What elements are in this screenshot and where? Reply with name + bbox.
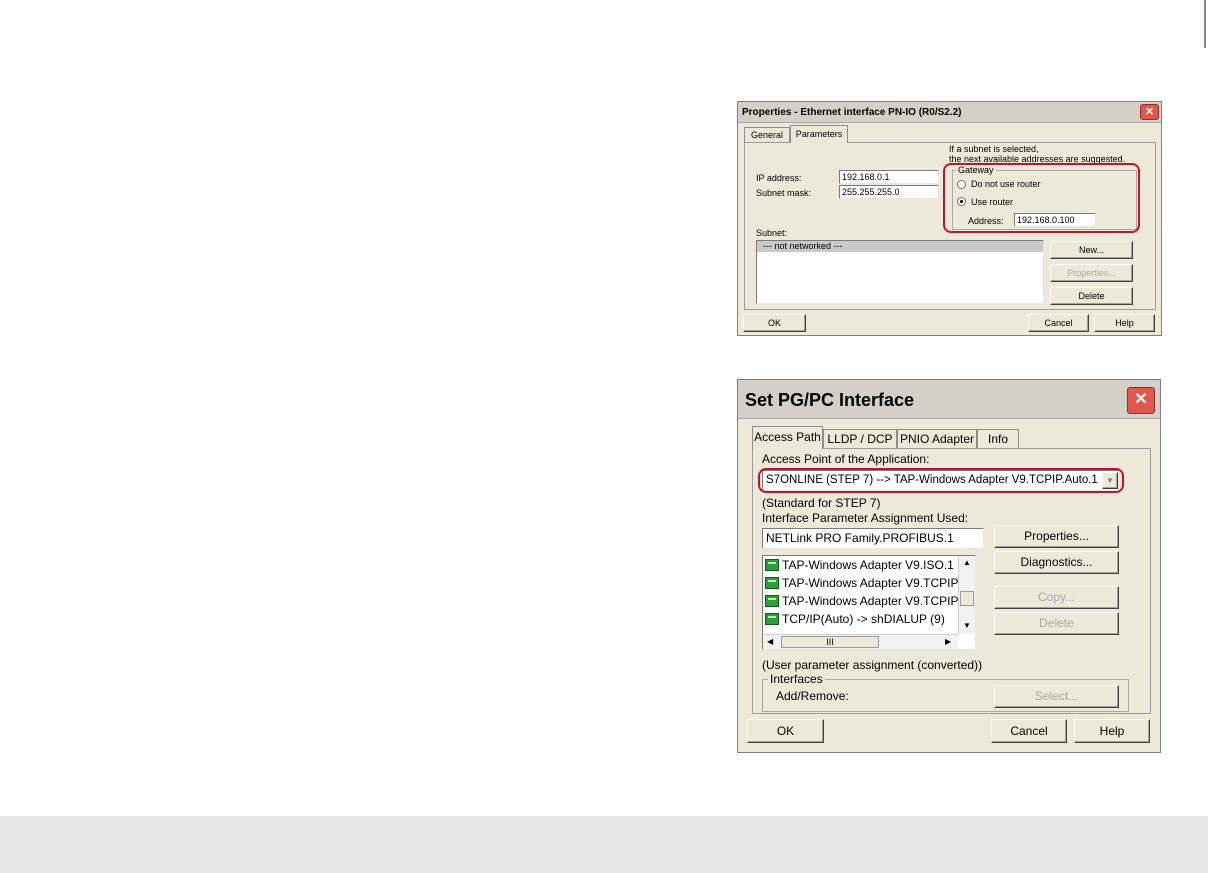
dialog-title: Set PG/PC Interface bbox=[745, 390, 915, 410]
tab-pnio-adapter-label: PNIO Adapter bbox=[899, 432, 975, 446]
ok-button[interactable]: OK bbox=[747, 719, 824, 743]
param-assignment-field[interactable]: NETLink PRO Family.PROFIBUS.1 bbox=[762, 528, 984, 549]
list-item[interactable]: TAP-Windows Adapter V9.TCPIP.1 bbox=[763, 574, 975, 592]
tab-lldp-dcp-label: LLDP / DCP bbox=[827, 432, 893, 446]
cancel-button[interactable]: Cancel bbox=[991, 719, 1067, 743]
tab-info[interactable]: Info bbox=[977, 429, 1019, 449]
list-item[interactable]: TAP-Windows Adapter V9.ISO.1 bbox=[763, 556, 975, 574]
properties-button[interactable]: Properties... bbox=[994, 525, 1119, 548]
close-icon[interactable]: ✕ bbox=[1127, 387, 1155, 414]
standard-note: (Standard for STEP 7) bbox=[762, 496, 881, 510]
ethernet-properties-dialog: Properties - Ethernet interface PN-IO (R… bbox=[737, 101, 1162, 336]
subnet-mask-field[interactable]: 255.255.255.0 bbox=[839, 185, 939, 199]
scroll-up-icon[interactable]: ▲ bbox=[963, 559, 971, 567]
copy-button[interactable]: Copy... bbox=[994, 586, 1119, 609]
help-button[interactable]: Help bbox=[1094, 314, 1155, 332]
ip-address-label: IP address: bbox=[756, 173, 802, 183]
horizontal-scroll-thumb[interactable]: III bbox=[781, 636, 879, 648]
list-item-label: TAP-Windows Adapter V9.TCPIP.A bbox=[782, 594, 969, 608]
tab-access-path[interactable]: Access Path bbox=[752, 426, 823, 449]
page-edge-rule bbox=[1204, 0, 1206, 48]
list-item[interactable]: TAP-Windows Adapter V9.TCPIP.A bbox=[763, 592, 975, 610]
access-point-label: Access Point of the Application: bbox=[762, 452, 930, 466]
scroll-left-icon[interactable]: ◀ bbox=[767, 637, 773, 647]
subnet-label: Subnet: bbox=[756, 228, 788, 238]
subnet-list-item[interactable]: --- not networked --- bbox=[757, 241, 1043, 252]
tab-general[interactable]: General bbox=[744, 127, 790, 142]
title-bar: Set PG/PC Interface ✕ bbox=[738, 380, 1160, 419]
network-adapter-icon bbox=[765, 613, 779, 625]
tab-lldp-dcp[interactable]: LLDP / DCP bbox=[823, 429, 897, 449]
network-adapter-icon bbox=[765, 559, 779, 571]
list-item-label: TCP/IP(Auto) -> shDIALUP (9) bbox=[782, 612, 945, 626]
gateway-highlight-box bbox=[943, 163, 1140, 233]
scroll-down-icon[interactable]: ▼ bbox=[963, 622, 971, 630]
vertical-scroll-thumb[interactable] bbox=[960, 591, 974, 606]
network-adapter-icon bbox=[765, 595, 779, 607]
delete-subnet-button[interactable]: Delete bbox=[1050, 287, 1133, 305]
subnet-hint-line1: If a subnet is selected, bbox=[949, 144, 1039, 154]
interfaces-label: Interfaces bbox=[768, 672, 825, 686]
close-icon[interactable]: ✕ bbox=[1140, 104, 1159, 120]
cancel-button[interactable]: Cancel bbox=[1028, 314, 1089, 332]
horizontal-scrollbar[interactable]: ◀ III ▶ bbox=[763, 634, 958, 649]
help-button[interactable]: Help bbox=[1074, 719, 1150, 743]
vertical-scrollbar[interactable]: ▲ ▼ bbox=[958, 556, 975, 634]
delete-button[interactable]: Delete bbox=[994, 612, 1119, 635]
list-item-label: TAP-Windows Adapter V9.TCPIP.1 bbox=[782, 576, 967, 590]
list-item-label: TAP-Windows Adapter V9.ISO.1 bbox=[782, 558, 954, 572]
diagnostics-button[interactable]: Diagnostics... bbox=[994, 551, 1119, 574]
network-adapter-icon bbox=[765, 577, 779, 589]
title-bar: Properties - Ethernet interface PN-IO (R… bbox=[738, 102, 1161, 123]
tab-parameters-label: Parameters bbox=[795, 129, 843, 139]
access-point-highlight-box bbox=[758, 468, 1124, 493]
tab-parameters[interactable]: Parameters bbox=[790, 125, 848, 143]
tab-info-label: Info bbox=[987, 432, 1008, 446]
list-item[interactable]: TCP/IP(Auto) -> shDIALUP (9) bbox=[763, 610, 975, 628]
subnet-properties-button[interactable]: Properties... bbox=[1050, 264, 1133, 282]
new-subnet-button[interactable]: New... bbox=[1050, 241, 1133, 259]
scroll-right-icon[interactable]: ▶ bbox=[945, 637, 951, 647]
user-param-note: (User parameter assignment (converted)) bbox=[762, 658, 983, 672]
ip-address-field[interactable]: 192.168.0.1 bbox=[839, 170, 939, 184]
tab-general-label: General bbox=[750, 130, 784, 140]
select-button[interactable]: Select... bbox=[994, 685, 1119, 708]
set-pgpc-interface-dialog: Set PG/PC Interface ✕ Access Path LLDP /… bbox=[737, 379, 1161, 753]
tab-pnio-adapter[interactable]: PNIO Adapter bbox=[897, 429, 977, 449]
tab-access-path-label: Access Path bbox=[754, 430, 821, 444]
param-assignment-label: Interface Parameter Assignment Used: bbox=[762, 511, 969, 525]
ok-button[interactable]: OK bbox=[743, 314, 806, 332]
add-remove-label: Add/Remove: bbox=[776, 689, 849, 703]
dialog-title: Properties - Ethernet interface PN-IO (R… bbox=[742, 107, 962, 118]
footer-band bbox=[0, 816, 1208, 873]
subnet-mask-label: Subnet mask: bbox=[756, 188, 812, 198]
subnet-list[interactable]: --- not networked --- bbox=[756, 240, 1044, 304]
